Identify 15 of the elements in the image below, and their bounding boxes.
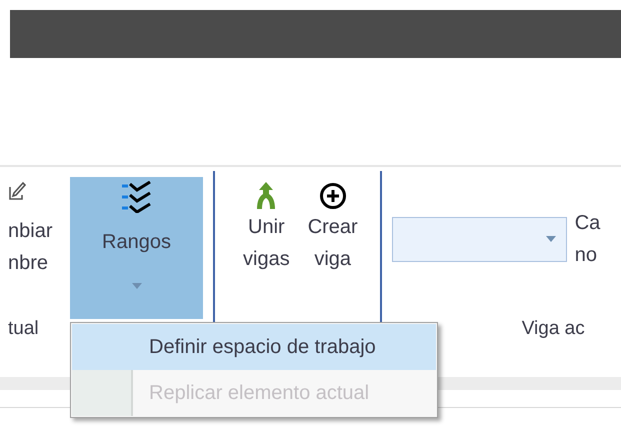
group-label: Viga ac [522,316,586,340]
caret-icon [546,236,556,242]
create-beam-button[interactable]: Crear viga [308,181,358,275]
join-beams-button[interactable]: Unir vigas [243,181,290,275]
menu-item[interactable]: Definir espacio de trabajo [72,324,436,370]
group-label: tual [7,316,40,340]
checklist-icon [120,181,154,213]
side-button[interactable]: Ca no [574,207,600,271]
branch-arrow-icon [255,181,278,211]
ranges-button[interactable]: Rangos [70,177,203,319]
pencil-icon [8,181,26,201]
plus-circle-icon [318,182,347,210]
caret-icon [132,283,142,289]
beam-dropdown[interactable] [392,216,567,262]
rename-button[interactable]: nbiar nbre [0,215,64,279]
